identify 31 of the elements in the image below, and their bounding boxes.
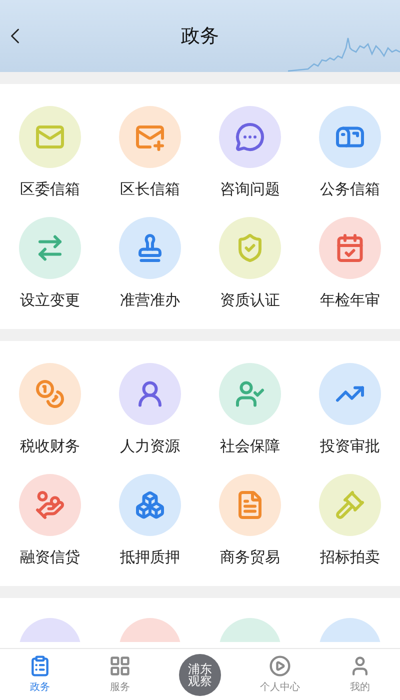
grid-icon [109, 654, 131, 676]
item-label[interactable]: 区长信箱 [120, 178, 180, 200]
item-label[interactable]: 准营准办 [120, 288, 180, 311]
item-label[interactable]: 区委信箱 [20, 178, 80, 200]
chat-bubble-icon [235, 122, 265, 152]
item-label[interactable]: 咨询问题 [220, 178, 280, 200]
hand-coins-icon [35, 490, 65, 520]
item-label[interactable]: 商务贸易 [220, 546, 280, 568]
item-label[interactable]: 投资审批 [320, 435, 380, 458]
item-label[interactable]: 年检年审 [320, 288, 380, 311]
item-label[interactable]: 融资信贷 [20, 546, 80, 568]
item-label[interactable]: 设立变更 [20, 288, 80, 311]
nav-tab[interactable]: 我的 [320, 654, 400, 694]
item-label[interactable]: 人力资源 [120, 435, 180, 458]
calendar-check-icon [335, 232, 365, 262]
item-label[interactable]: 资质认证 [220, 288, 280, 311]
logo[interactable]: 浦东 观察 [179, 654, 221, 696]
play-icon [269, 654, 291, 676]
page-title: 政务 [181, 24, 219, 49]
nav-tab[interactable]: 政务 [0, 654, 80, 694]
board-icon [29, 654, 51, 676]
item-label[interactable]: 公务信箱 [320, 178, 380, 200]
person-check-icon [235, 379, 265, 409]
item-label[interactable]: 社会保障 [220, 435, 280, 458]
boxes-icon [135, 490, 165, 520]
gavel-icon [335, 490, 365, 520]
nav-tab[interactable]: 个人中心 [240, 654, 320, 694]
item-label[interactable]: 招标拍卖 [320, 546, 380, 568]
coins-icon [35, 379, 65, 409]
item-label[interactable]: 税收财务 [20, 435, 80, 458]
item-label[interactable]: 抵押质押 [120, 546, 180, 568]
